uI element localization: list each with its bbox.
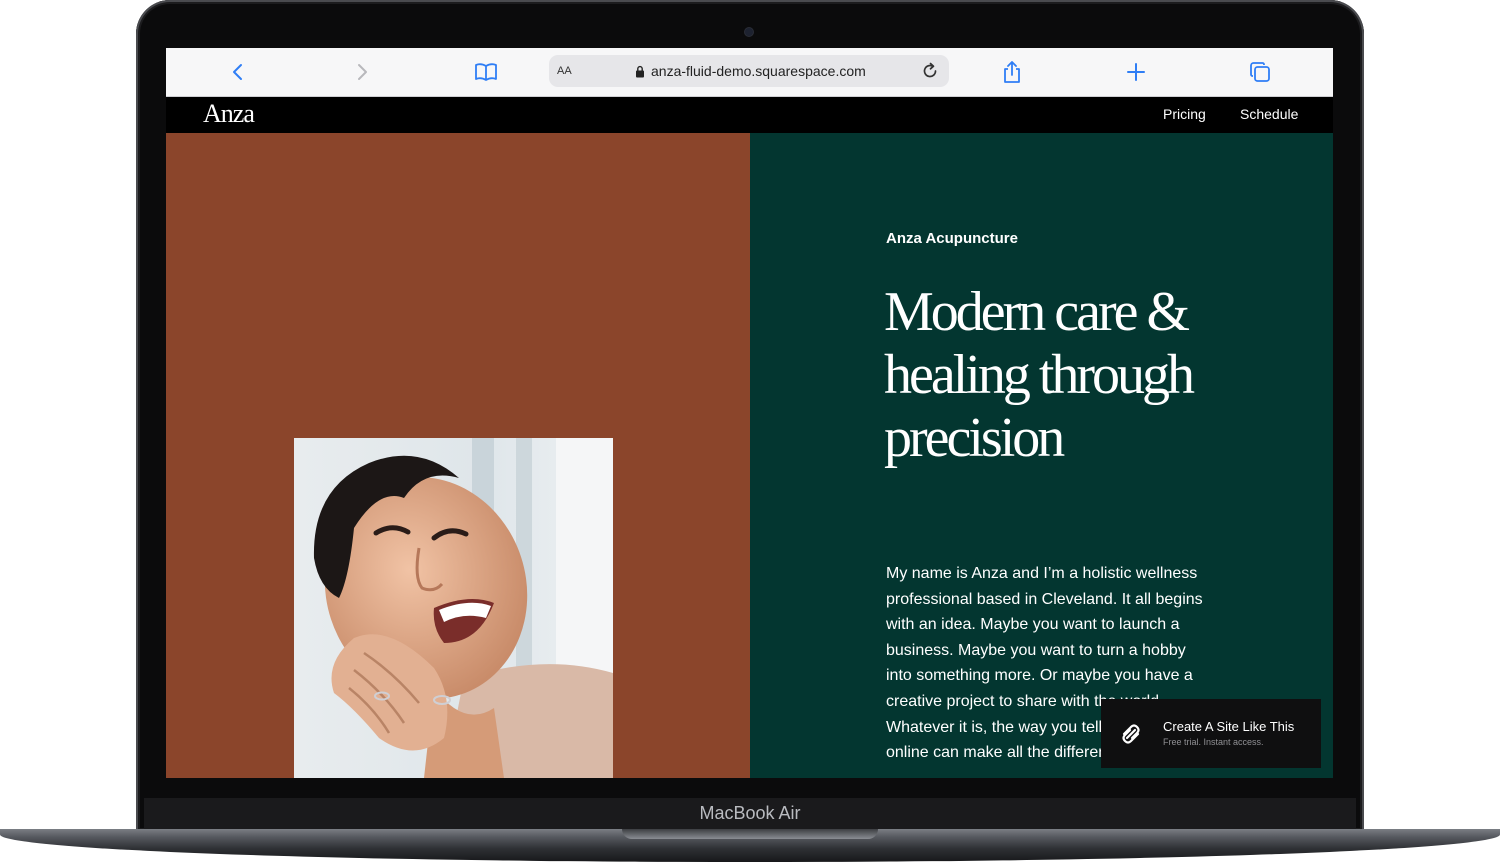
- laptop-brand-label: MacBook Air: [699, 803, 801, 823]
- share-icon: [1004, 61, 1020, 83]
- site-header: Anza Pricing Schedule: [166, 97, 1333, 133]
- lock-icon: [636, 65, 644, 77]
- camera: [745, 28, 753, 36]
- url-text: anza-fluid-demo.squarespace.com: [651, 63, 866, 79]
- browser-toolbar: AA anza-fluid-demo.squarespace.com: [166, 48, 1333, 97]
- tabs-overview-button[interactable]: [1246, 58, 1274, 86]
- tabs-icon: [1250, 62, 1270, 82]
- bookmarks-icon: [475, 63, 497, 81]
- hero-text-panel: Anza Acupuncture Modern care & healing t…: [750, 133, 1333, 778]
- nav-link-pricing[interactable]: Pricing: [1163, 106, 1206, 122]
- nav-link-schedule[interactable]: Schedule: [1240, 106, 1298, 122]
- create-site-badge[interactable]: Create A Site Like This Free trial. Inst…: [1101, 699, 1321, 768]
- reload-button[interactable]: [917, 58, 943, 84]
- share-button[interactable]: [998, 58, 1026, 86]
- bookmarks-button[interactable]: [472, 58, 500, 86]
- new-tab-plus-icon: [1127, 63, 1145, 81]
- screen: AA anza-fluid-demo.squarespace.com Anza …: [166, 48, 1333, 778]
- cta-subtitle: Free trial. Instant access.: [1163, 737, 1264, 747]
- cta-title: Create A Site Like This: [1163, 719, 1295, 734]
- portrait-photo: [294, 438, 613, 778]
- back-chevron-icon: [233, 64, 242, 80]
- new-tab-button[interactable]: [1122, 58, 1150, 86]
- reload-icon: [923, 62, 937, 78]
- laptop-hinge-notch: [622, 829, 878, 839]
- hero-image-panel: [166, 133, 750, 778]
- hero-headline: Modern care & healing through precision: [884, 281, 1195, 469]
- forward-chevron-icon: [358, 64, 367, 80]
- address-bar[interactable]: AA anza-fluid-demo.squarespace.com: [549, 55, 949, 87]
- portrait-illustration: [294, 438, 613, 778]
- hero-kicker: Anza Acupuncture: [886, 230, 1018, 247]
- text-size-label: AA: [557, 65, 572, 77]
- forward-button[interactable]: [348, 58, 376, 86]
- text-size-button[interactable]: AA: [557, 65, 572, 77]
- squarespace-logo-icon: [1122, 724, 1140, 744]
- back-button[interactable]: [224, 58, 252, 86]
- site-logo[interactable]: Anza: [203, 99, 255, 129]
